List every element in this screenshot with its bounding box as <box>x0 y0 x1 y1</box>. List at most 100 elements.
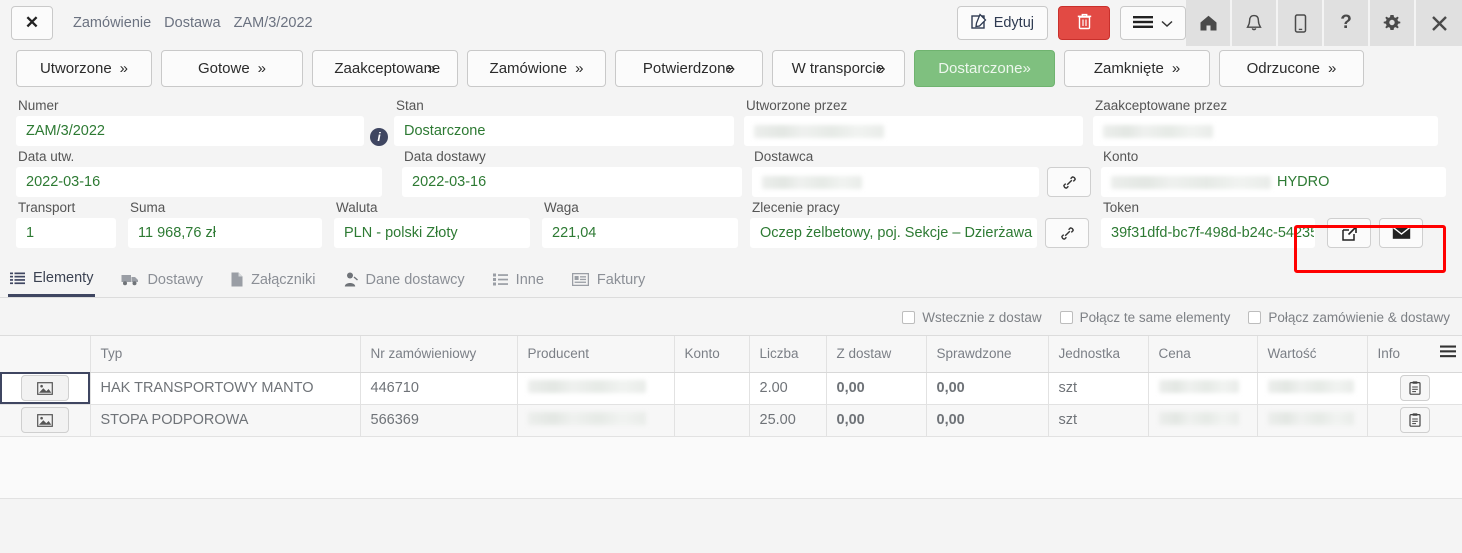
workflow-step-zamkniete[interactable]: Zamknięte » <box>1064 50 1210 87</box>
col-info[interactable]: Info <box>1367 336 1462 373</box>
cell-typ: HAK TRANSPORTOWY MANTO <box>90 372 361 405</box>
chevron-double-right-icon: » <box>257 60 267 77</box>
close-record-button[interactable]: ✕ <box>11 6 53 40</box>
token-open-external-button[interactable] <box>1327 218 1371 248</box>
col-cena[interactable]: Cena <box>1148 336 1258 373</box>
cell-sprawdzone: 0,00 <box>926 404 1049 437</box>
checkbox-polacz-te-same-elementy[interactable]: Połącz te same elementy <box>1059 310 1230 325</box>
cell-wartosc <box>1257 404 1368 437</box>
cell-cena <box>1148 404 1258 437</box>
workflow-step-w-transporcie[interactable]: W transporcie » <box>772 50 905 87</box>
col-konto[interactable]: Konto <box>674 336 750 373</box>
waluta-label: Waluta <box>336 200 378 215</box>
edit-button[interactable]: Edytuj <box>956 6 1048 40</box>
cell-z-dostaw: 0,00 <box>826 372 927 405</box>
workflow-step-utworzone[interactable]: Utworzone » <box>16 50 152 87</box>
workflow-step-odrzucone[interactable]: Odrzucone » <box>1219 50 1364 87</box>
workflow-step-zaakceptowane[interactable]: Zaakceptowane » <box>312 50 458 87</box>
bell-icon[interactable] <box>1232 0 1278 46</box>
redacted-value <box>1103 124 1213 138</box>
checkbox-box[interactable] <box>1059 311 1073 324</box>
checkbox-wstecznie-z-dostaw[interactable]: Wstecznie z dostaw <box>902 310 1042 325</box>
gear-icon[interactable] <box>1370 0 1416 46</box>
detail-tabs: Elementy Dostawy Załączniki Dane dostawc… <box>0 258 1462 298</box>
table-row[interactable]: STOPA PODPOROWA 566369 25.00 0,00 0,00 s… <box>0 404 1462 437</box>
zlecenie-pracy-field[interactable]: Oczep żelbetowy, poj. Sekcje – Dzierżawa <box>750 218 1037 248</box>
chevron-double-right-icon: » <box>1328 60 1337 77</box>
help-glyph: ? <box>1340 12 1352 33</box>
workflow-step-zamowione[interactable]: Zamówione » <box>467 50 606 87</box>
suma-field[interactable]: 11 968,76 zł <box>128 218 322 248</box>
column-settings-icon[interactable] <box>1440 345 1456 362</box>
token-field[interactable]: 39f31dfd-bc7f-498d-b24c-54235b <box>1101 218 1315 248</box>
data-dostawy-field[interactable]: 2022-03-16 <box>402 167 742 197</box>
note-icon[interactable] <box>1399 375 1430 401</box>
data-utw-field[interactable]: 2022-03-16 <box>16 167 382 197</box>
col-z-dostaw[interactable]: Z dostaw <box>826 336 927 373</box>
tab-label: Inne <box>515 271 544 288</box>
checkbox-label: Połącz zamówienie & dostawy <box>1268 310 1450 325</box>
token-send-email-button[interactable] <box>1379 218 1423 248</box>
zlecenie-pracy-link-button[interactable] <box>1045 218 1089 248</box>
breadcrumb-item-record[interactable]: ZAM/3/2022 <box>234 15 313 31</box>
stan-field[interactable]: Dostarczone <box>394 116 734 146</box>
waluta-field[interactable]: PLN - polski Złoty <box>334 218 530 248</box>
utworzone-przez-field[interactable] <box>744 116 1083 146</box>
delete-button[interactable] <box>1058 6 1110 40</box>
mobile-icon[interactable] <box>1278 0 1324 46</box>
zaakceptowane-przez-field[interactable] <box>1093 116 1438 146</box>
col-producent[interactable]: Producent <box>517 336 675 373</box>
utworzone-przez-label: Utworzone przez <box>746 98 848 113</box>
person-icon <box>344 272 358 287</box>
waga-field[interactable]: 221,04 <box>542 218 738 248</box>
cell-jednostka: szt <box>1048 372 1149 405</box>
col-nr-zamowieniowy[interactable]: Nr zamówieniowy <box>360 336 518 373</box>
workflow-step-potwierdzone[interactable]: Potwierdzone » <box>615 50 763 87</box>
checkbox-polacz-zamowienie-dostawy[interactable]: Połącz zamówienie & dostawy <box>1248 310 1450 325</box>
zaakceptowane-przez-label: Zaakceptowane przez <box>1095 98 1228 113</box>
col-select[interactable] <box>0 336 91 373</box>
home-icon[interactable] <box>1186 0 1232 46</box>
col-typ[interactable]: Typ <box>90 336 361 373</box>
col-sprawdzone[interactable]: Sprawdzone <box>926 336 1049 373</box>
workflow-step-dostarczone[interactable]: Dostarczone » <box>914 50 1055 87</box>
redacted-value <box>754 124 884 138</box>
tab-zalaczniki[interactable]: Załączniki <box>229 268 317 296</box>
tab-label: Załączniki <box>251 271 316 288</box>
checkbox-box[interactable] <box>1248 311 1262 324</box>
row-select-cell[interactable] <box>0 372 91 405</box>
note-icon[interactable] <box>1399 407 1430 433</box>
numer-field[interactable]: ZAM/3/2022 <box>16 116 364 146</box>
col-wartosc[interactable]: Wartość <box>1257 336 1368 373</box>
row-select-cell[interactable] <box>0 404 91 437</box>
checkbox-box[interactable] <box>902 311 916 324</box>
table-row[interactable]: HAK TRANSPORTOWY MANTO 446710 2.00 0,00 … <box>0 372 1462 405</box>
close-icon[interactable] <box>1416 0 1462 46</box>
workflow-step-gotowe[interactable]: Gotowe » <box>161 50 303 87</box>
help-icon[interactable]: ? <box>1324 0 1370 46</box>
breadcrumb-item-module[interactable]: Zamówienie <box>73 15 151 31</box>
dostawca-link-button[interactable] <box>1047 167 1091 197</box>
cell-info <box>1367 404 1462 437</box>
dostawca-field[interactable] <box>752 167 1039 197</box>
tab-elementy[interactable]: Elementy <box>8 266 96 297</box>
image-icon[interactable] <box>20 407 69 433</box>
data-utw-label: Data utw. <box>18 149 75 164</box>
konto-field[interactable]: HYDRO <box>1101 167 1446 197</box>
tab-faktury[interactable]: Faktury <box>570 268 647 296</box>
cell-konto <box>674 404 750 437</box>
breadcrumb-item-section[interactable]: Dostawa <box>164 15 220 31</box>
col-liczba[interactable]: Liczba <box>749 336 827 373</box>
numer-label: Numer <box>18 98 59 113</box>
col-jednostka[interactable]: Jednostka <box>1048 336 1149 373</box>
info-icon[interactable]: i <box>370 128 388 146</box>
transport-label: Transport <box>18 200 76 215</box>
transport-field[interactable]: 1 <box>16 218 116 248</box>
image-icon[interactable] <box>20 375 69 401</box>
workflow-step-label: Potwierdzone <box>642 60 734 77</box>
tab-dostawy[interactable]: Dostawy <box>119 268 205 296</box>
tab-dane-dostawcy[interactable]: Dane dostawcy <box>342 268 467 296</box>
tab-inne[interactable]: Inne <box>491 268 546 296</box>
actions-menu-button[interactable] <box>1120 6 1186 40</box>
dostawca-label: Dostawca <box>754 149 814 164</box>
